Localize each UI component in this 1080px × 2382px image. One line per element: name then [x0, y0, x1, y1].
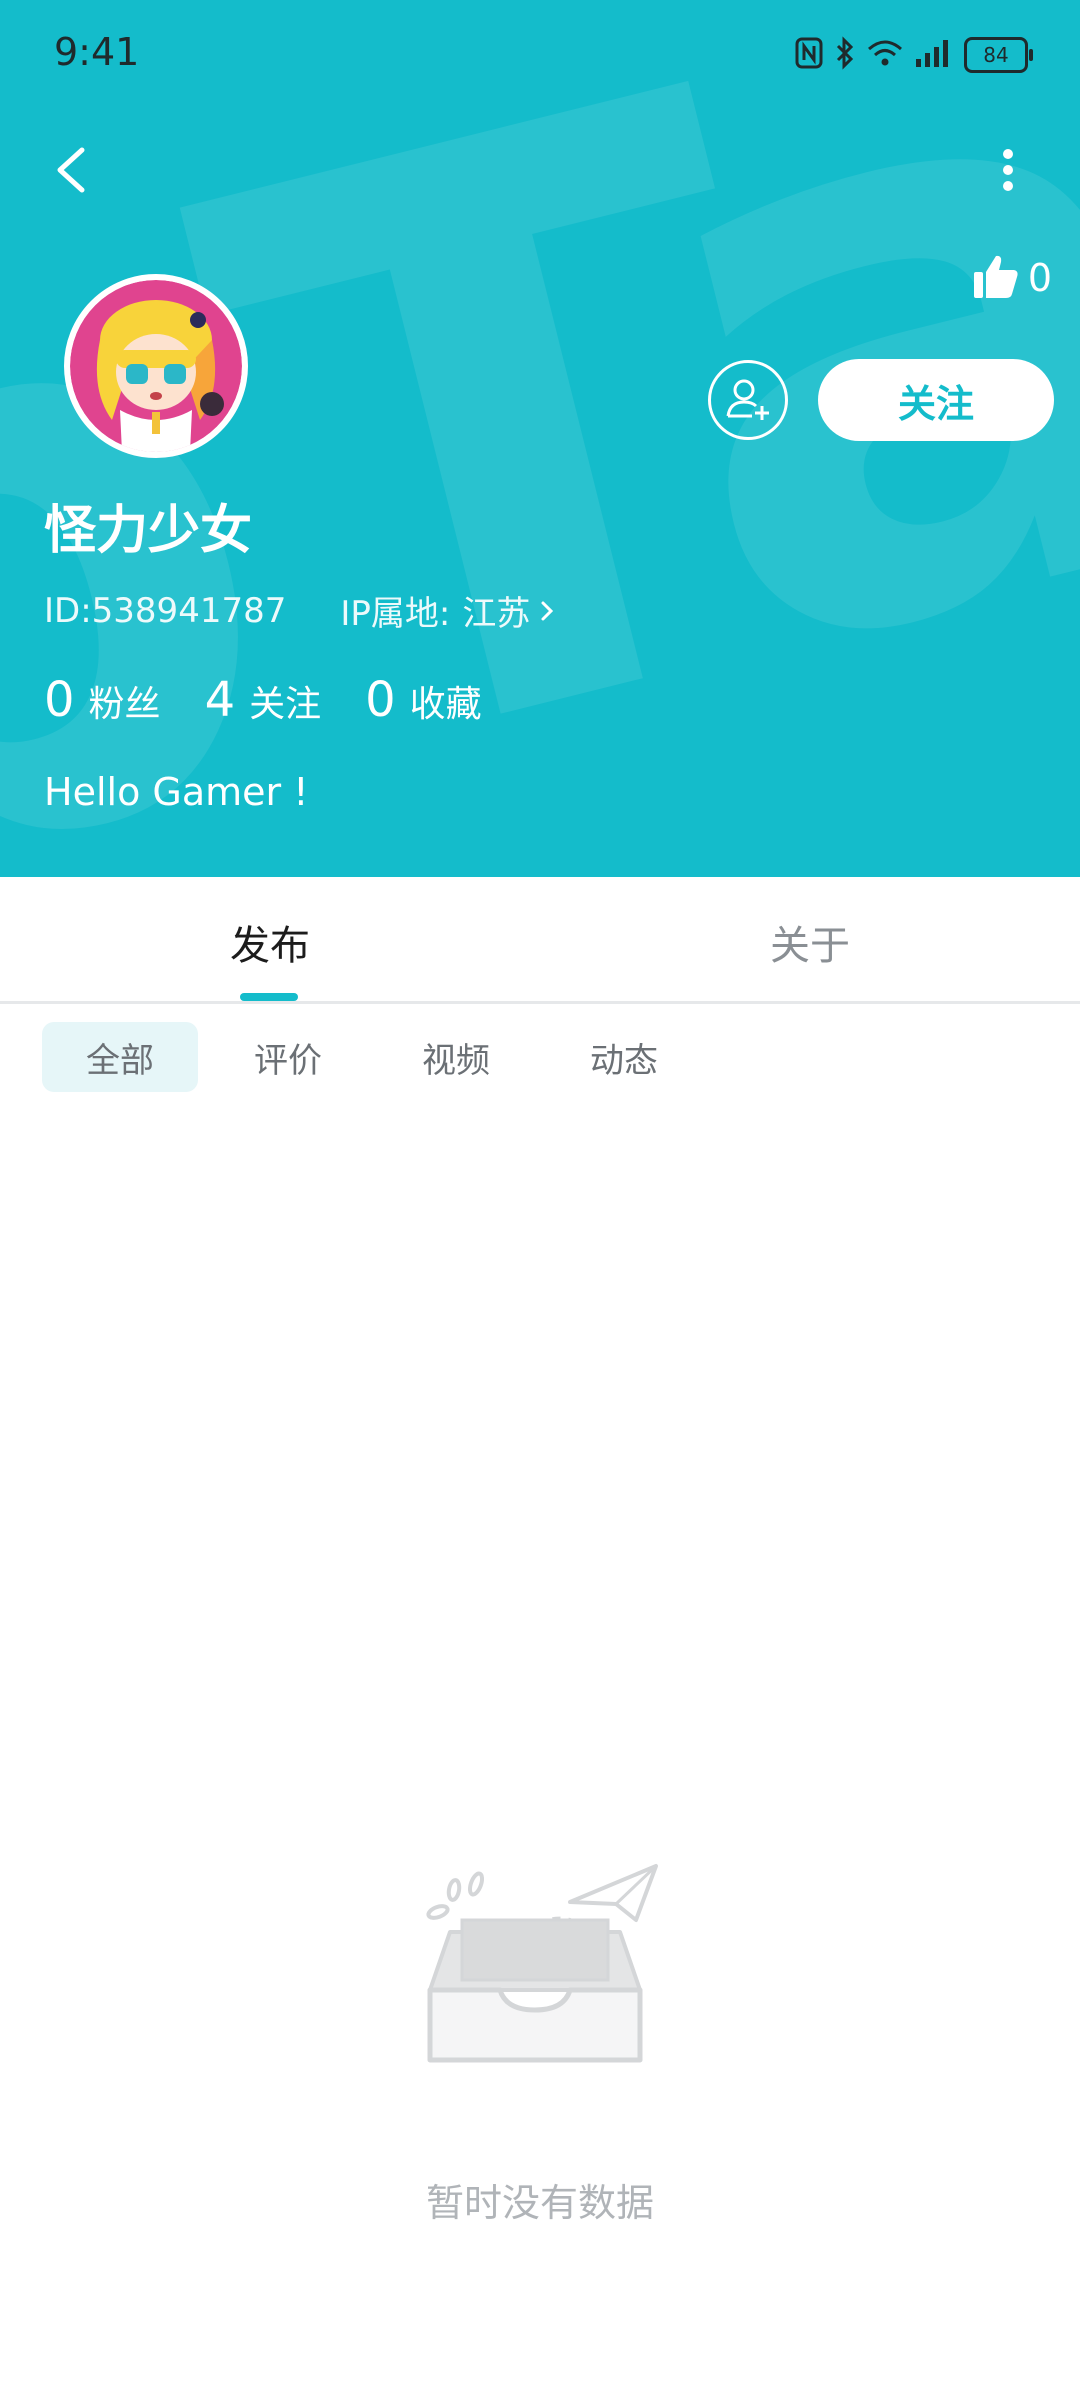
stat-following[interactable]: 4 关注 [205, 672, 322, 728]
ip-value: 江苏 [462, 594, 531, 634]
follow-button[interactable]: 关注 [818, 359, 1054, 441]
ip-label: IP属地: [340, 594, 451, 634]
stat-fans[interactable]: 0 粉丝 [44, 672, 161, 728]
tab-publish[interactable]: 发布 [230, 913, 310, 971]
chip-all[interactable]: 全部 [42, 1022, 198, 1092]
stat-number: 4 [204, 672, 236, 728]
status-icons: 84 [794, 36, 1033, 74]
tab-indicator [240, 993, 298, 1001]
empty-state-text: 暂时没有数据 [425, 2181, 654, 2225]
like-count: 0 [1027, 256, 1052, 300]
add-user-icon [726, 379, 769, 420]
stat-number: 0 [365, 672, 396, 728]
status-bar: 9:41 84 [0, 0, 1080, 112]
stat-label: 关注 [249, 684, 322, 725]
profile-meta: ID:538941787 IP属地: 江苏 [44, 586, 558, 635]
thumbs-up-icon [972, 252, 1020, 304]
profile-tabs: 发布 关于 [0, 877, 1080, 1004]
more-options-button[interactable] [988, 140, 1028, 200]
ip-location[interactable]: IP属地: 江苏 [340, 586, 558, 635]
chip-videos[interactable]: 视频 [378, 1022, 534, 1092]
nfc-icon [794, 36, 824, 74]
chip-reviews[interactable]: 评价 [210, 1022, 366, 1092]
like-group[interactable]: 0 [972, 252, 1052, 304]
chevron-right-icon [541, 601, 554, 620]
stat-label: 收藏 [409, 684, 482, 725]
battery-icon: 84 [964, 37, 1033, 73]
bio: Hello Gamer ! [44, 770, 309, 814]
empty-inbox-icon [426, 1864, 658, 2063]
profile-stats: 0 粉丝 4 关注 0 收藏 [44, 672, 526, 728]
signal-icon [914, 37, 954, 73]
stat-label: 粉丝 [88, 684, 161, 725]
filter-chips: 全部 评价 视频 动态 [42, 1022, 714, 1092]
status-time: 9:41 [54, 30, 140, 74]
add-friend-button[interactable] [708, 360, 788, 440]
chip-posts[interactable]: 动态 [546, 1022, 702, 1092]
tab-about[interactable]: 关于 [770, 913, 850, 971]
wifi-icon [866, 37, 904, 73]
back-button[interactable] [44, 140, 104, 200]
user-id: ID:538941787 [44, 590, 287, 631]
bluetooth-icon [834, 36, 856, 74]
username: 怪力少女 [44, 501, 253, 561]
avatar[interactable] [64, 274, 248, 458]
stat-number: 0 [44, 672, 75, 728]
stat-favorites[interactable]: 0 收藏 [365, 672, 482, 728]
profile-header: pTa 9:41 84 0 关注 怪力少女 ID:538941787 IP属地:… [0, 0, 1080, 877]
